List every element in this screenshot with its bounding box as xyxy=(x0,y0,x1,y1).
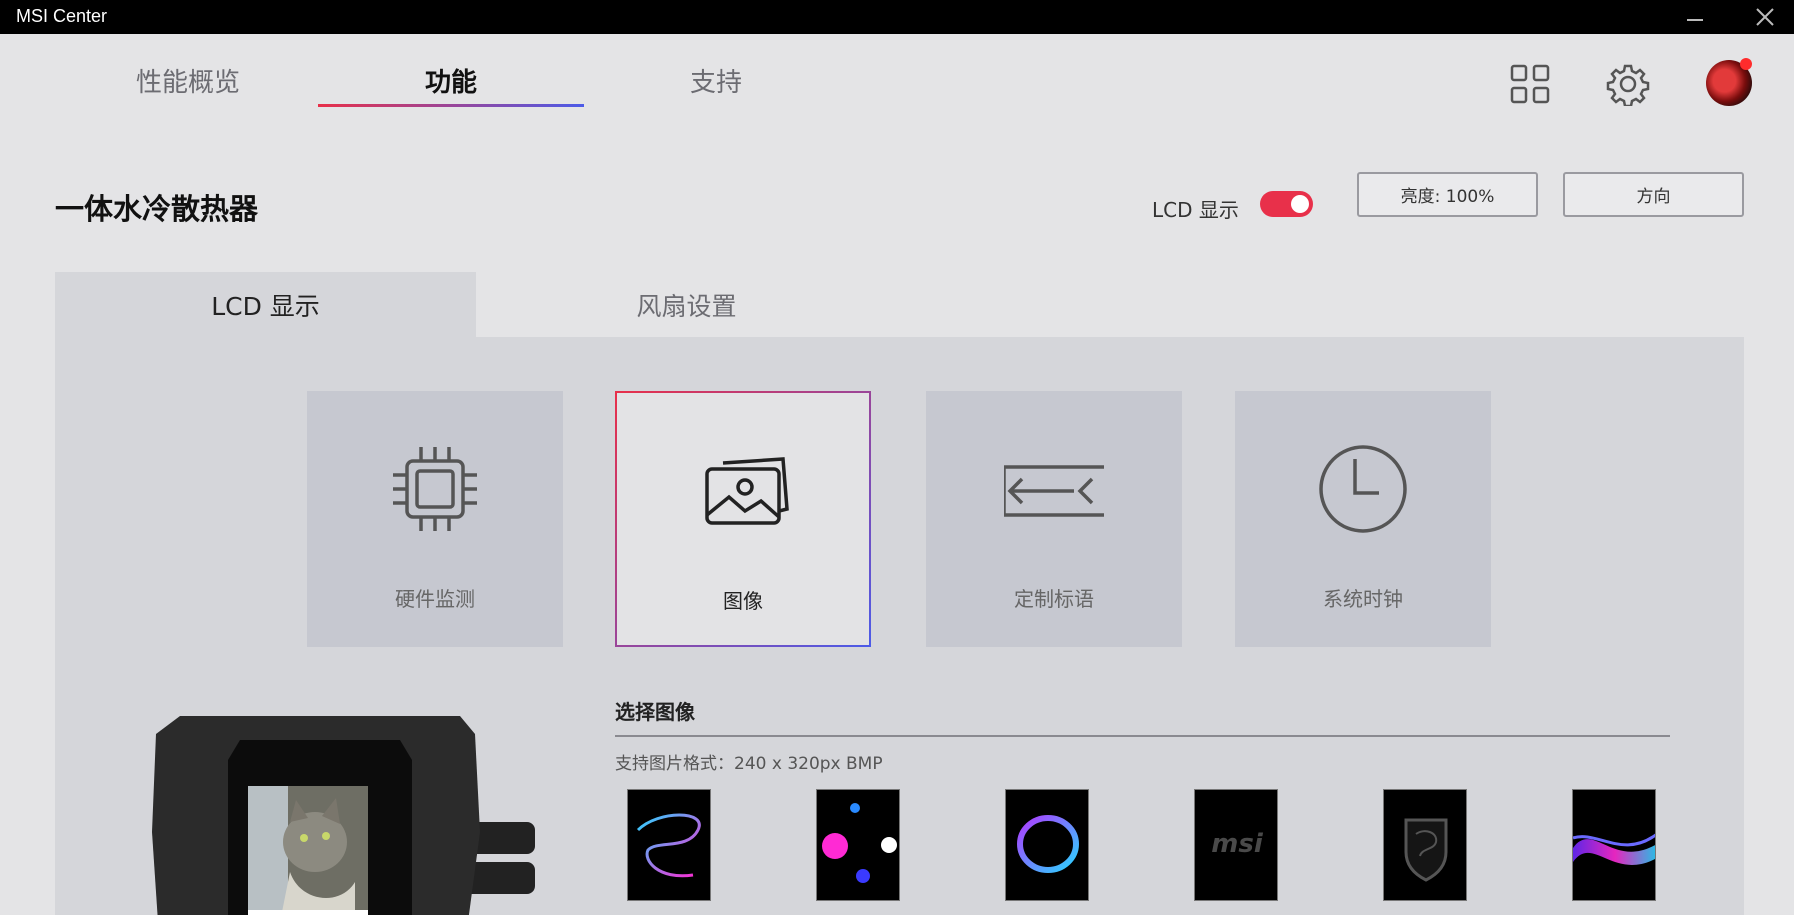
notification-dot xyxy=(1740,58,1752,70)
mode-label: 硬件监测 xyxy=(395,587,475,611)
select-image-title: 选择图像 xyxy=(615,700,695,724)
mode-label: 定制标语 xyxy=(1014,587,1094,611)
mode-card-system-clock[interactable]: 系统时钟 xyxy=(1235,391,1491,647)
brightness-button[interactable]: 亮度: 100% xyxy=(1357,172,1538,217)
toggle-knob xyxy=(1291,195,1309,213)
chip-icon xyxy=(393,447,477,531)
mode-card-custom-banner[interactable]: 定制标语 xyxy=(926,391,1182,647)
clock-icon xyxy=(1319,445,1407,533)
close-button[interactable] xyxy=(1740,0,1790,34)
grid-icon xyxy=(1510,64,1550,104)
mode-card-hardware-monitor[interactable]: 硬件监测 xyxy=(307,391,563,647)
tab-support[interactable]: 支持 xyxy=(690,62,742,99)
thumbnail-msi-dragon[interactable] xyxy=(1383,789,1467,901)
apps-grid-button[interactable] xyxy=(1508,62,1552,106)
mode-label: 图像 xyxy=(723,589,763,613)
tab-features[interactable]: 功能 xyxy=(425,62,477,99)
minimize-icon xyxy=(1687,19,1703,21)
minimize-button[interactable] xyxy=(1670,0,1720,34)
lcd-toggle-label: LCD 显示 xyxy=(1152,198,1239,222)
section-divider xyxy=(615,735,1670,737)
active-tab-indicator xyxy=(318,104,584,107)
close-icon xyxy=(1756,8,1774,26)
app-title: MSI Center xyxy=(16,6,108,26)
title-bar: MSI Center xyxy=(0,0,1794,34)
lcd-toggle[interactable] xyxy=(1260,191,1313,217)
mode-label: 系统时钟 xyxy=(1323,587,1403,611)
mode-card-image[interactable]: 图像 xyxy=(615,391,871,647)
subtab-fan-settings[interactable]: 风扇设置 xyxy=(476,272,897,337)
direction-button[interactable]: 方向 xyxy=(1563,172,1744,217)
images-icon xyxy=(705,457,789,525)
svg-text:msi: msi xyxy=(1211,829,1264,859)
thumbnail-dots[interactable] xyxy=(816,789,900,901)
thumbnail-msi-logo[interactable]: msi xyxy=(1194,789,1278,901)
tab-overview[interactable]: 性能概览 xyxy=(136,62,240,99)
banner-icon xyxy=(1004,465,1104,517)
gear-icon xyxy=(1606,64,1650,108)
settings-button[interactable] xyxy=(1606,62,1650,108)
image-format-hint: 支持图片格式：240 x 320px BMP xyxy=(615,754,883,774)
thumbnail-swirl[interactable] xyxy=(627,789,711,901)
lcd-device-preview xyxy=(150,712,540,915)
thumbnail-ring[interactable] xyxy=(1005,789,1089,901)
subtab-lcd-display[interactable]: LCD 显示 xyxy=(55,272,476,337)
thumbnail-wave[interactable] xyxy=(1572,789,1656,901)
page-title: 一体水冷散热器 xyxy=(55,192,259,226)
